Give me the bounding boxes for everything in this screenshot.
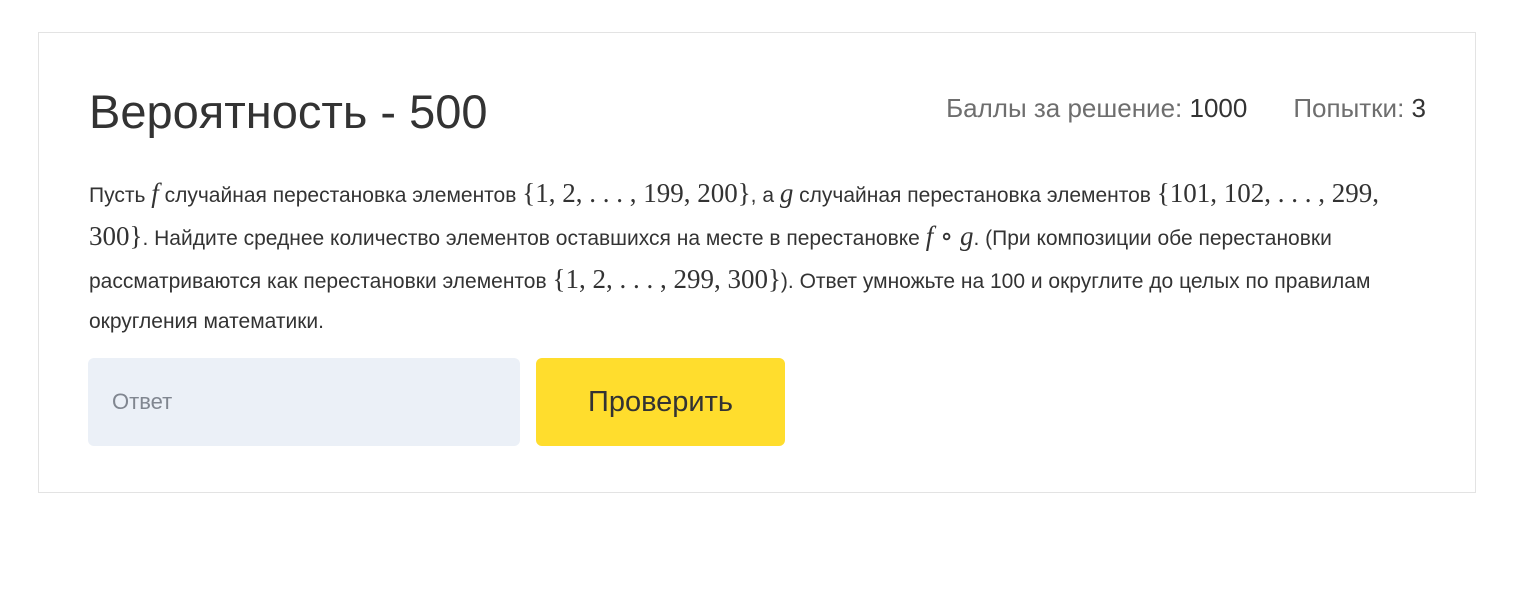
task-card: Вероятность - 500 Баллы за решение: 1000…: [38, 32, 1476, 493]
score-info: Баллы за решение: 1000: [946, 91, 1247, 125]
check-button[interactable]: Проверить: [536, 358, 785, 446]
statement-text: , а: [750, 184, 780, 207]
score-value: 1000: [1189, 93, 1248, 123]
math-compose-operator: ∘: [933, 221, 960, 251]
problem-title: Вероятность - 500: [89, 85, 488, 138]
answer-input[interactable]: [88, 358, 520, 446]
math-set: {1, 2, . . . , 299, 300}: [552, 264, 781, 294]
attempts-info: Попытки: 3: [1293, 91, 1426, 125]
math-variable-f: f: [151, 178, 159, 208]
math-variable-g: g: [779, 178, 794, 208]
math-set: {1, 2, . . . , 199, 200}: [522, 178, 751, 208]
problem-statement: Пусть f случайная перестановка элементов…: [89, 173, 1429, 342]
statement-text: Пусть: [89, 184, 152, 207]
statement-text: случайная перестановка элементов: [793, 184, 1157, 207]
math-variable-g: g: [959, 221, 974, 251]
statement-text: . Найдите среднее количество элементов о…: [142, 227, 926, 250]
statement-text: случайная перестановка элементов: [158, 184, 523, 207]
attempts-label: Попытки:: [1293, 93, 1405, 123]
attempts-value: 3: [1411, 93, 1426, 123]
score-label: Баллы за решение:: [946, 93, 1183, 123]
problem-meta: Баллы за решение: 1000 Попытки: 3: [946, 91, 1426, 125]
